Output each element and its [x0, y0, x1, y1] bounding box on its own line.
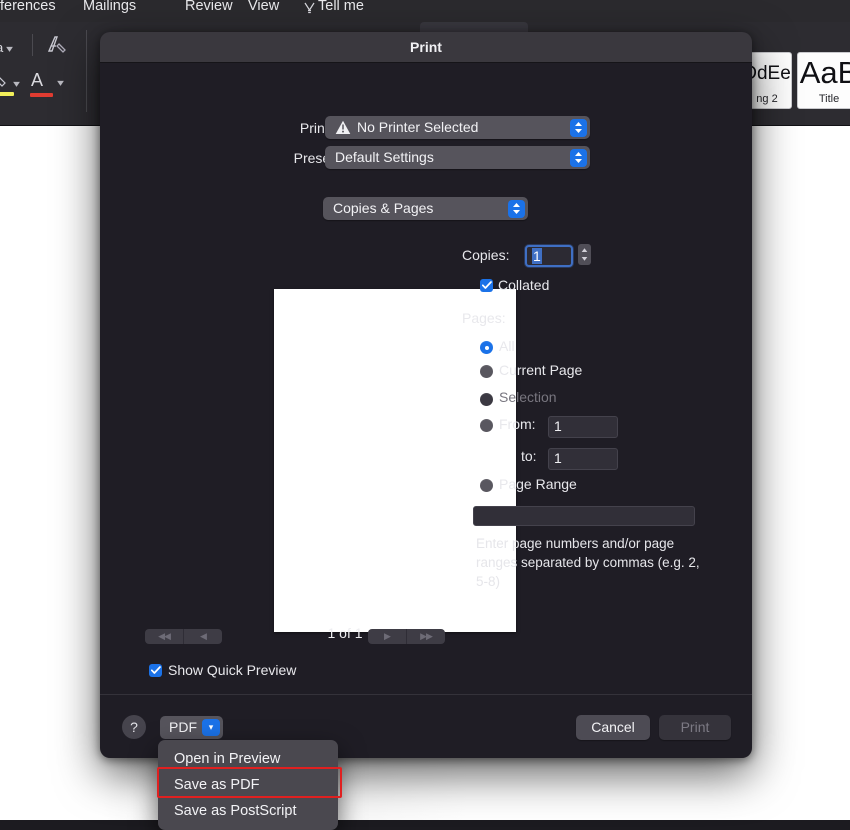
- pages-radio-current-page-label: Current Page: [499, 362, 582, 378]
- toolbar-divider: [86, 30, 87, 112]
- chevron-down-icon: ▾: [13, 79, 20, 90]
- footer-separator: [100, 694, 752, 695]
- skip-to-first-icon[interactable]: ◀◀: [145, 629, 183, 644]
- dialog-title: Print: [100, 39, 752, 55]
- toolbar-divider: [32, 34, 33, 56]
- pages-radio-all-label: All: [499, 338, 515, 354]
- copies-value: 1: [532, 248, 542, 264]
- pages-from-value: 1: [554, 418, 562, 434]
- show-quick-preview-label: Show Quick Preview: [168, 662, 296, 678]
- copies-stepper[interactable]: [578, 244, 591, 265]
- presets-value: Default Settings: [335, 149, 434, 165]
- print-options-pane-value: Copies & Pages: [333, 200, 433, 216]
- clear-formatting-icon: [46, 34, 70, 56]
- copies-input[interactable]: 1: [525, 245, 573, 267]
- highlight-color-swatch: [0, 92, 14, 96]
- text-highlight-icon: [0, 74, 10, 90]
- font-color-dropdown[interactable]: ▾: [58, 74, 63, 89]
- active-tab-indicator: [420, 22, 528, 32]
- next-page-icon[interactable]: ▶: [368, 629, 406, 644]
- tab-review[interactable]: Review: [185, 0, 233, 14]
- page-range-hint: Enter page numbers and/or page ranges se…: [476, 534, 706, 591]
- chevron-down-icon[interactable]: ▾: [202, 719, 220, 736]
- pdf-button-label: PDF: [169, 719, 197, 735]
- pdf-dropdown-menu: Open in Preview Save as PDF Save as Post…: [158, 740, 338, 830]
- pages-radio-current-page[interactable]: [480, 365, 493, 378]
- font-color-swatch: [30, 93, 53, 97]
- pages-to-input[interactable]: 1: [548, 448, 618, 470]
- pages-to-label: to:: [521, 448, 537, 464]
- menu-item-save-as-postscript[interactable]: Save as PostScript: [158, 798, 338, 824]
- pages-radio-from-label: From:: [499, 416, 536, 432]
- print-button: Print: [659, 715, 731, 740]
- print-options-pane-select[interactable]: Copies & Pages: [323, 197, 528, 220]
- tab-view[interactable]: View: [248, 0, 279, 14]
- presets-select[interactable]: Default Settings: [325, 146, 590, 169]
- style-caption: Title: [798, 93, 850, 105]
- collated-label: Collated: [498, 277, 549, 293]
- cancel-button[interactable]: Cancel: [576, 715, 650, 740]
- pages-label: Pages:: [462, 310, 506, 326]
- up-down-chevrons-icon: [511, 202, 522, 215]
- copies-label: Copies:: [462, 247, 509, 263]
- printer-value: No Printer Selected: [357, 119, 478, 135]
- text-highlight-control[interactable]: ▾: [0, 74, 19, 90]
- dialog-body: Printer: No Printer Selected Presets: De…: [100, 62, 752, 694]
- pane-stepper-icon[interactable]: [508, 200, 525, 218]
- pages-radio-selection-label: Selection: [499, 389, 557, 405]
- tab-references[interactable]: ferences: [0, 0, 56, 14]
- pages-to-value: 1: [554, 450, 562, 466]
- preview-nav-back-group[interactable]: ◀◀ ◀: [145, 629, 222, 644]
- printer-select[interactable]: No Printer Selected: [325, 116, 590, 139]
- checkmark-icon: [482, 281, 492, 290]
- pages-radio-page-range[interactable]: [480, 479, 493, 492]
- preview-nav-forward-group[interactable]: ▶ ▶▶: [368, 629, 445, 644]
- collated-checkbox[interactable]: [480, 279, 493, 292]
- pages-radio-page-range-label: Page Range: [499, 476, 577, 492]
- skip-to-last-icon[interactable]: ▶▶: [406, 629, 445, 644]
- pages-radio-from[interactable]: [480, 419, 493, 432]
- menu-item-open-in-preview[interactable]: Open in Preview: [158, 746, 338, 772]
- presets-stepper-icon[interactable]: [570, 149, 587, 167]
- chevron-down-icon: ▾: [6, 44, 13, 55]
- pages-from-input[interactable]: 1: [548, 416, 618, 438]
- up-down-chevrons-icon: [573, 151, 584, 164]
- text-case-label: a: [0, 40, 3, 55]
- up-down-chevrons-icon: [580, 247, 589, 262]
- print-dialog: Print Printer: No Printer Selected Prese…: [100, 32, 752, 758]
- lightbulb-icon: [303, 1, 316, 16]
- menu-item-save-as-pdf[interactable]: Save as PDF: [158, 772, 338, 798]
- tab-mailings[interactable]: Mailings: [83, 0, 136, 14]
- warning-triangle-icon: [335, 120, 351, 135]
- dialog-titlebar: Print: [100, 32, 752, 63]
- clear-formatting-button[interactable]: [46, 34, 70, 59]
- chevron-down-icon: ▾: [57, 78, 64, 89]
- help-button[interactable]: ?: [122, 715, 146, 739]
- style-sample: AaB: [798, 55, 850, 91]
- font-color-label: A: [31, 70, 43, 90]
- checkmark-icon: [151, 666, 161, 675]
- up-down-chevrons-icon: [573, 121, 584, 134]
- previous-page-icon[interactable]: ◀: [183, 629, 222, 644]
- text-case-control[interactable]: a ▾: [0, 40, 12, 55]
- tab-tell-me[interactable]: Tell me: [318, 0, 364, 14]
- ribbon-tab-bar: ferences Mailings Review View Tell me: [0, 0, 850, 22]
- font-color-control[interactable]: A: [31, 70, 43, 91]
- pdf-menu-button[interactable]: PDF ▾: [160, 716, 223, 739]
- style-gallery-item[interactable]: AaB Title: [797, 52, 850, 109]
- pages-radio-all[interactable]: [480, 341, 493, 354]
- printer-stepper-icon[interactable]: [570, 119, 587, 137]
- pages-radio-selection: [480, 393, 493, 406]
- page-range-input[interactable]: [473, 506, 695, 526]
- show-quick-preview-checkbox[interactable]: [149, 664, 162, 677]
